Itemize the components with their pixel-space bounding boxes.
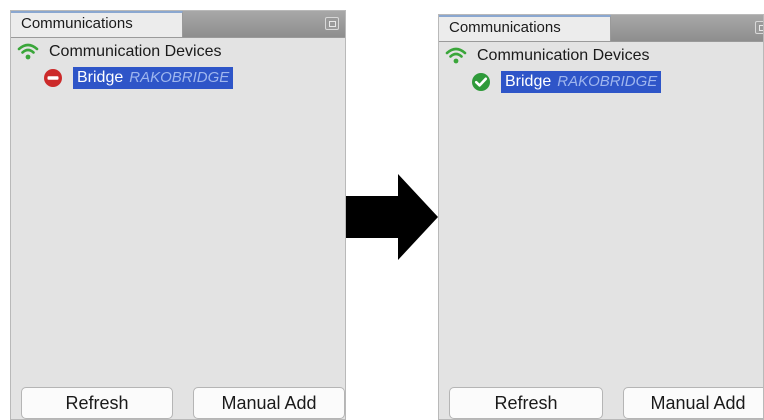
- tree-root-label: Communication Devices: [477, 47, 650, 64]
- refresh-button[interactable]: Refresh: [21, 387, 173, 419]
- selected-device-label: Bridge RAKOBRIDGE: [501, 71, 662, 93]
- communications-panel-after: Communications Communication Devices Bri…: [438, 14, 764, 420]
- manual-add-button[interactable]: Manual Add: [193, 387, 345, 419]
- device-name: Bridge: [77, 69, 124, 86]
- device-name: Bridge: [505, 73, 552, 90]
- maximize-icon[interactable]: [325, 17, 339, 30]
- wifi-icon: [17, 43, 39, 60]
- tab-bar: Communications: [11, 11, 345, 38]
- refresh-button[interactable]: Refresh: [449, 387, 603, 419]
- tree-root-label: Communication Devices: [49, 43, 222, 60]
- manual-add-button[interactable]: Manual Add: [623, 387, 763, 419]
- communications-panel-before: Communications Communication Devices Bri…: [10, 10, 346, 420]
- right-arrow-icon: [346, 174, 438, 260]
- wifi-icon: [445, 47, 467, 64]
- tree-node-communication-devices[interactable]: Communication Devices: [445, 45, 650, 67]
- tab-bar: Communications: [439, 15, 763, 42]
- tree-item-bridge[interactable]: Bridge RAKOBRIDGE: [43, 67, 234, 89]
- tree-item-bridge[interactable]: Bridge RAKOBRIDGE: [471, 71, 662, 93]
- no-entry-icon: [44, 69, 62, 87]
- device-id: RAKOBRIDGE: [129, 69, 230, 86]
- check-circle-icon: [472, 73, 490, 91]
- tab-communications[interactable]: Communications: [439, 15, 611, 41]
- maximize-icon[interactable]: [755, 21, 763, 34]
- tab-communications[interactable]: Communications: [11, 11, 183, 37]
- selected-device-label: Bridge RAKOBRIDGE: [73, 67, 234, 89]
- tree-node-communication-devices[interactable]: Communication Devices: [17, 41, 222, 63]
- device-id: RAKOBRIDGE: [557, 73, 658, 90]
